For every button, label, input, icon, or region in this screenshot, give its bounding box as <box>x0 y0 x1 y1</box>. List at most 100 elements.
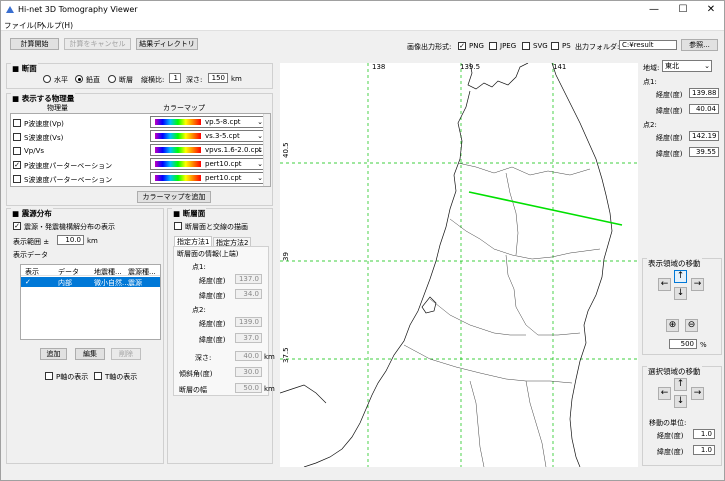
fault-p2-lat-input[interactable]: 37.0 <box>235 333 262 343</box>
quantity-checkbox[interactable]: ✓ <box>13 161 21 169</box>
p-axis-checkbox[interactable] <box>45 372 53 380</box>
cmap-gradient <box>155 133 201 139</box>
quantity-checkbox[interactable] <box>13 119 21 127</box>
browse-button[interactable]: 参照... <box>681 39 718 51</box>
depth-input[interactable]: 150 <box>208 73 228 83</box>
cmap-gradient <box>155 175 201 181</box>
table-header-cell: 地震種... <box>94 268 122 276</box>
results-dir-button[interactable]: 結果ディレクトリ <box>136 38 198 50</box>
map-grid <box>280 63 638 467</box>
fault-width-input[interactable]: 50.0 <box>235 383 262 393</box>
range-input[interactable]: 10.0 <box>57 235 84 245</box>
region-select[interactable]: 東北 ⌄ <box>662 60 712 72</box>
close-button[interactable]: ✕ <box>699 3 723 17</box>
depth-label: 深さ: <box>186 76 203 84</box>
jpeg-label: JPEG <box>500 42 517 50</box>
horizontal-radio[interactable] <box>43 75 51 83</box>
fault-p1-lat-input[interactable]: 34.0 <box>235 289 262 299</box>
cmap-value: vpvs.1.6-2.0.cpt <box>205 146 262 154</box>
delete-data-button[interactable]: 削除 <box>111 348 141 360</box>
fault-title: ■ 断層面 <box>172 208 207 219</box>
draw-fault-checkbox[interactable] <box>174 222 182 230</box>
zoom-out-icon[interactable]: ⊖ <box>685 319 698 332</box>
sel-right-button[interactable]: → <box>691 387 704 400</box>
sel-up-button[interactable]: ↑ <box>674 378 687 391</box>
fault-p2-lon-input[interactable]: 139.0 <box>235 317 262 327</box>
sidebar-p1-lat-input[interactable]: 40.04 <box>689 104 719 114</box>
section-title: ■ 断面 <box>11 63 38 74</box>
chevron-down-icon: ⌄ <box>704 62 710 70</box>
vertical-radio[interactable] <box>75 75 83 83</box>
sidebar-p2-lon-label: 経度(度) <box>656 134 683 142</box>
range-label: 表示範囲 ± <box>13 238 50 246</box>
pan-up-button[interactable]: ↑ <box>674 270 687 283</box>
sidebar-p2-lon-input[interactable]: 142.19 <box>689 131 719 141</box>
pan-group: 表示領域の移動 ↑ ← → ↓ ⊕ ⊖ 500 % <box>642 258 722 355</box>
aspect-ratio-input[interactable]: 1 <box>169 73 181 83</box>
table-header-cell: 表示 <box>25 268 39 276</box>
cmap-select[interactable]: pert10.cpt ⌄ <box>150 158 265 170</box>
region-label: 地域: <box>643 64 660 72</box>
quantity-list-scrollbar[interactable] <box>263 114 270 186</box>
data-table: 表示 データ 地震種... 震源種... ✓ 内部 微小自然... 震源 <box>20 264 161 340</box>
prefecture-boundaries <box>403 162 601 467</box>
t-axis-checkbox[interactable] <box>94 372 102 380</box>
zoom-input[interactable]: 500 <box>669 339 697 349</box>
cmap-gradient <box>155 119 201 125</box>
jpeg-checkbox[interactable] <box>489 42 497 50</box>
map-canvas[interactable]: 138 139.5 141 40.5 39 37.5 <box>280 63 638 467</box>
quantity-row: P波速度(Vp) vp.5-8.cpt ⌄ <box>11 116 270 130</box>
pan-left-button[interactable]: ← <box>658 278 671 291</box>
sidebar-p1-lon-label: 経度(度) <box>656 91 683 99</box>
fault-dip-input[interactable]: 30.0 <box>235 367 262 377</box>
fault-width-label: 断層の幅 <box>179 386 207 394</box>
coastline <box>280 63 613 467</box>
fault-depth-input[interactable]: 40.0 <box>235 351 262 361</box>
png-checkbox[interactable]: ✓ <box>458 42 466 50</box>
fault-p1-lon-input[interactable]: 137.0 <box>235 274 262 284</box>
show-hypocenter-checkbox[interactable]: ✓ <box>13 222 21 230</box>
fault-depth-label: 深さ: <box>195 354 212 362</box>
right-panel: 地域: 東北 ⌄ 点1: 経度(度) 139.88 緯度(度) 40.04 点2:… <box>638 57 724 469</box>
fault-p2-lon-label: 経度(度) <box>199 320 226 328</box>
sidebar-p1-lon-input[interactable]: 139.88 <box>689 88 719 98</box>
cancel-calc-button[interactable]: 計算をキャンセル <box>64 38 131 50</box>
cross-section-line[interactable] <box>468 191 623 226</box>
quantity-checkbox[interactable] <box>13 133 21 141</box>
cmap-select[interactable]: vp.5-8.cpt ⌄ <box>150 116 265 128</box>
quantity-checkbox[interactable] <box>13 175 21 183</box>
tab-method-1[interactable]: 指定方法1 <box>174 236 213 246</box>
quantity-name: P波速度(Vp) <box>24 120 64 128</box>
menu-help[interactable]: ヘルプ(H) <box>39 20 73 31</box>
add-cmap-button[interactable]: カラーマップを追加 <box>137 191 211 203</box>
add-data-button[interactable]: 追加 <box>40 348 67 360</box>
maximize-button[interactable]: ☐ <box>671 3 695 17</box>
output-folder-input[interactable]: C:¥result <box>619 40 677 50</box>
sel-down-button[interactable]: ↓ <box>674 395 687 408</box>
minimize-button[interactable]: — <box>642 3 666 17</box>
pan-down-button[interactable]: ↓ <box>674 287 687 300</box>
quantity-row: Vp/Vs vpvs.1.6-2.0.cpt ⌄ <box>11 144 270 158</box>
cmap-select[interactable]: vpvs.1.6-2.0.cpt ⌄ <box>150 144 265 156</box>
edit-data-button[interactable]: 編集 <box>75 348 105 360</box>
step-lon-input[interactable]: 1.0 <box>693 429 715 439</box>
sidebar-p2-lat-input[interactable]: 39.55 <box>689 147 719 157</box>
selection-move-group: 選択領域の移動 ↑ ← → ↓ 移動の単位: 経度(度) 1.0 緯度(度) 1… <box>642 366 722 466</box>
step-lat-input[interactable]: 1.0 <box>693 445 715 455</box>
zoom-in-icon[interactable]: ⊕ <box>666 319 679 332</box>
table-row[interactable]: ✓ 内部 微小自然... 震源 <box>21 277 160 287</box>
sel-left-button[interactable]: ← <box>658 387 671 400</box>
vertical-label: 鉛直 <box>86 76 100 84</box>
cmap-select[interactable]: pert10.cpt ⌄ <box>150 172 265 184</box>
table-header-cell: 震源種... <box>128 268 156 276</box>
quantity-checkbox[interactable] <box>13 147 21 155</box>
svg-checkbox[interactable] <box>522 42 530 50</box>
start-calc-button[interactable]: 計算開始 <box>10 38 59 50</box>
step-lon-label: 経度(度) <box>657 432 684 440</box>
step-label: 移動の単位: <box>649 419 687 427</box>
pan-right-button[interactable]: → <box>691 278 704 291</box>
fault-radio[interactable] <box>108 75 116 83</box>
seismic-group: ■ 震源分布 ✓ 震源・発震機構解分布の表示 表示範囲 ± 10.0 km 表示… <box>6 208 164 464</box>
cmap-select[interactable]: vs.3-5.cpt ⌄ <box>150 130 265 142</box>
ps-checkbox[interactable] <box>551 42 559 50</box>
